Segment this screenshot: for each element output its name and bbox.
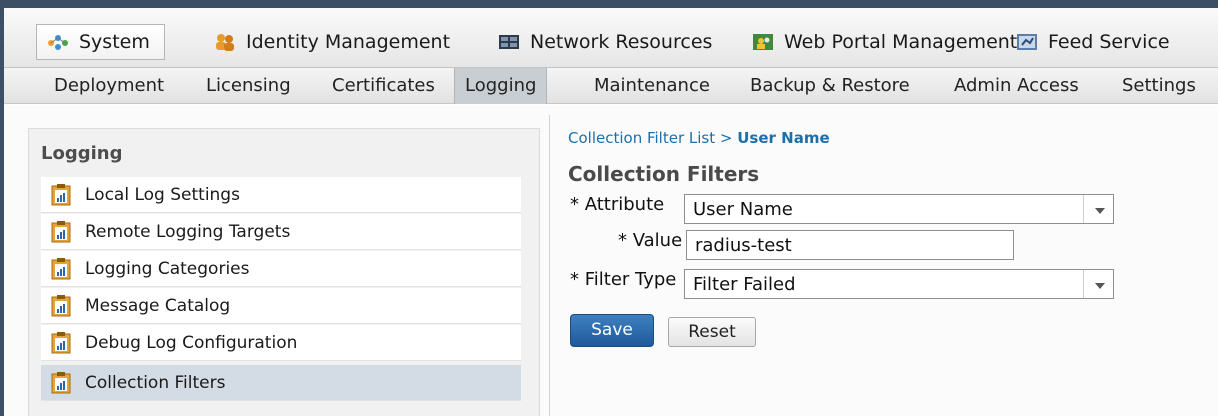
- log-icon: [51, 257, 71, 280]
- value-input[interactable]: radius-test: [686, 230, 1014, 260]
- top-nav-bar: System Identity Management Network Resou…: [4, 8, 1218, 68]
- sidebar-item-debug-log-configuration[interactable]: Debug Log Configuration: [41, 325, 521, 361]
- sidebar-panel: Logging Local Log Settings Remote Loggin…: [28, 128, 540, 416]
- subtab-licensing[interactable]: Licensing: [206, 68, 291, 104]
- feed-icon: [1016, 33, 1037, 51]
- log-icon: [51, 331, 71, 354]
- content-area: Logging Local Log Settings Remote Loggin…: [4, 105, 1218, 416]
- value-input-text: radius-test: [695, 235, 792, 256]
- filter-type-select-value: Filter Failed: [693, 274, 796, 295]
- subtab-admin-access[interactable]: Admin Access: [954, 68, 1079, 104]
- tab-identity-management[interactable]: Identity Management: [214, 24, 450, 60]
- tab-network-resources-label: Network Resources: [530, 31, 713, 53]
- subtab-deployment[interactable]: Deployment: [54, 68, 164, 104]
- subtab-logging[interactable]: Logging: [454, 68, 548, 104]
- sidebar-item-label: Local Log Settings: [85, 184, 240, 205]
- panel-divider: [549, 115, 550, 416]
- value-label: * Value: [618, 230, 683, 251]
- filter-type-label: * Filter Type: [570, 269, 677, 290]
- sidebar-item-collection-filters[interactable]: Collection Filters: [41, 365, 521, 401]
- tab-identity-management-label: Identity Management: [246, 31, 451, 53]
- sidebar-item-label: Collection Filters: [85, 372, 226, 393]
- attribute-select[interactable]: User Name: [684, 194, 1114, 224]
- log-icon: [51, 183, 71, 206]
- breadcrumb-current: User Name: [737, 129, 830, 147]
- sidebar-title: Logging: [41, 143, 123, 164]
- subtab-settings[interactable]: Settings: [1122, 68, 1196, 104]
- network-icon: [498, 33, 519, 51]
- window-top-border: [0, 0, 1218, 8]
- chevron-down-icon[interactable]: [1083, 270, 1113, 298]
- attribute-label: * Attribute: [570, 194, 665, 215]
- sidebar-item-label: Debug Log Configuration: [85, 332, 298, 353]
- tab-system[interactable]: System: [36, 24, 165, 60]
- tab-feed-service-label: Feed Service: [1048, 31, 1170, 53]
- breadcrumb-parent-link[interactable]: Collection Filter List: [568, 129, 715, 147]
- identity-icon: [214, 33, 234, 51]
- breadcrumb-separator: >: [719, 129, 733, 147]
- log-icon: [51, 294, 71, 317]
- subtab-backup-restore[interactable]: Backup & Restore: [750, 68, 910, 104]
- system-icon: [47, 33, 68, 51]
- subtab-maintenance[interactable]: Maintenance: [594, 68, 710, 104]
- sidebar-item-local-log-settings[interactable]: Local Log Settings: [41, 177, 521, 213]
- breadcrumb: Collection Filter List > User Name: [568, 129, 830, 147]
- chevron-down-icon[interactable]: [1083, 195, 1113, 223]
- page-title: Collection Filters: [568, 162, 760, 186]
- sidebar-item-logging-categories[interactable]: Logging Categories: [41, 251, 521, 287]
- sub-nav-bar: Deployment Licensing Certificates Loggin…: [4, 68, 1218, 104]
- save-button[interactable]: Save: [570, 314, 654, 347]
- sidebar-item-label: Remote Logging Targets: [85, 221, 291, 242]
- filter-type-select[interactable]: Filter Failed: [684, 269, 1114, 299]
- sidebar-item-remote-logging-targets[interactable]: Remote Logging Targets: [41, 214, 521, 250]
- log-icon: [51, 371, 71, 394]
- log-icon: [51, 220, 71, 243]
- attribute-select-value: User Name: [693, 199, 793, 220]
- tab-network-resources[interactable]: Network Resources: [498, 24, 712, 60]
- sidebar-item-label: Message Catalog: [85, 295, 231, 316]
- subtab-certificates[interactable]: Certificates: [332, 68, 435, 104]
- tab-web-portal-management-label: Web Portal Management: [784, 31, 1018, 53]
- tab-system-label: System: [79, 31, 150, 53]
- reset-button[interactable]: Reset: [668, 317, 756, 347]
- tab-web-portal-management[interactable]: Web Portal Management: [752, 24, 1017, 60]
- sidebar-item-label: Logging Categories: [85, 258, 250, 279]
- sidebar-item-message-catalog[interactable]: Message Catalog: [41, 288, 521, 324]
- portal-icon: [752, 33, 773, 51]
- tab-feed-service[interactable]: Feed Service: [1016, 24, 1170, 60]
